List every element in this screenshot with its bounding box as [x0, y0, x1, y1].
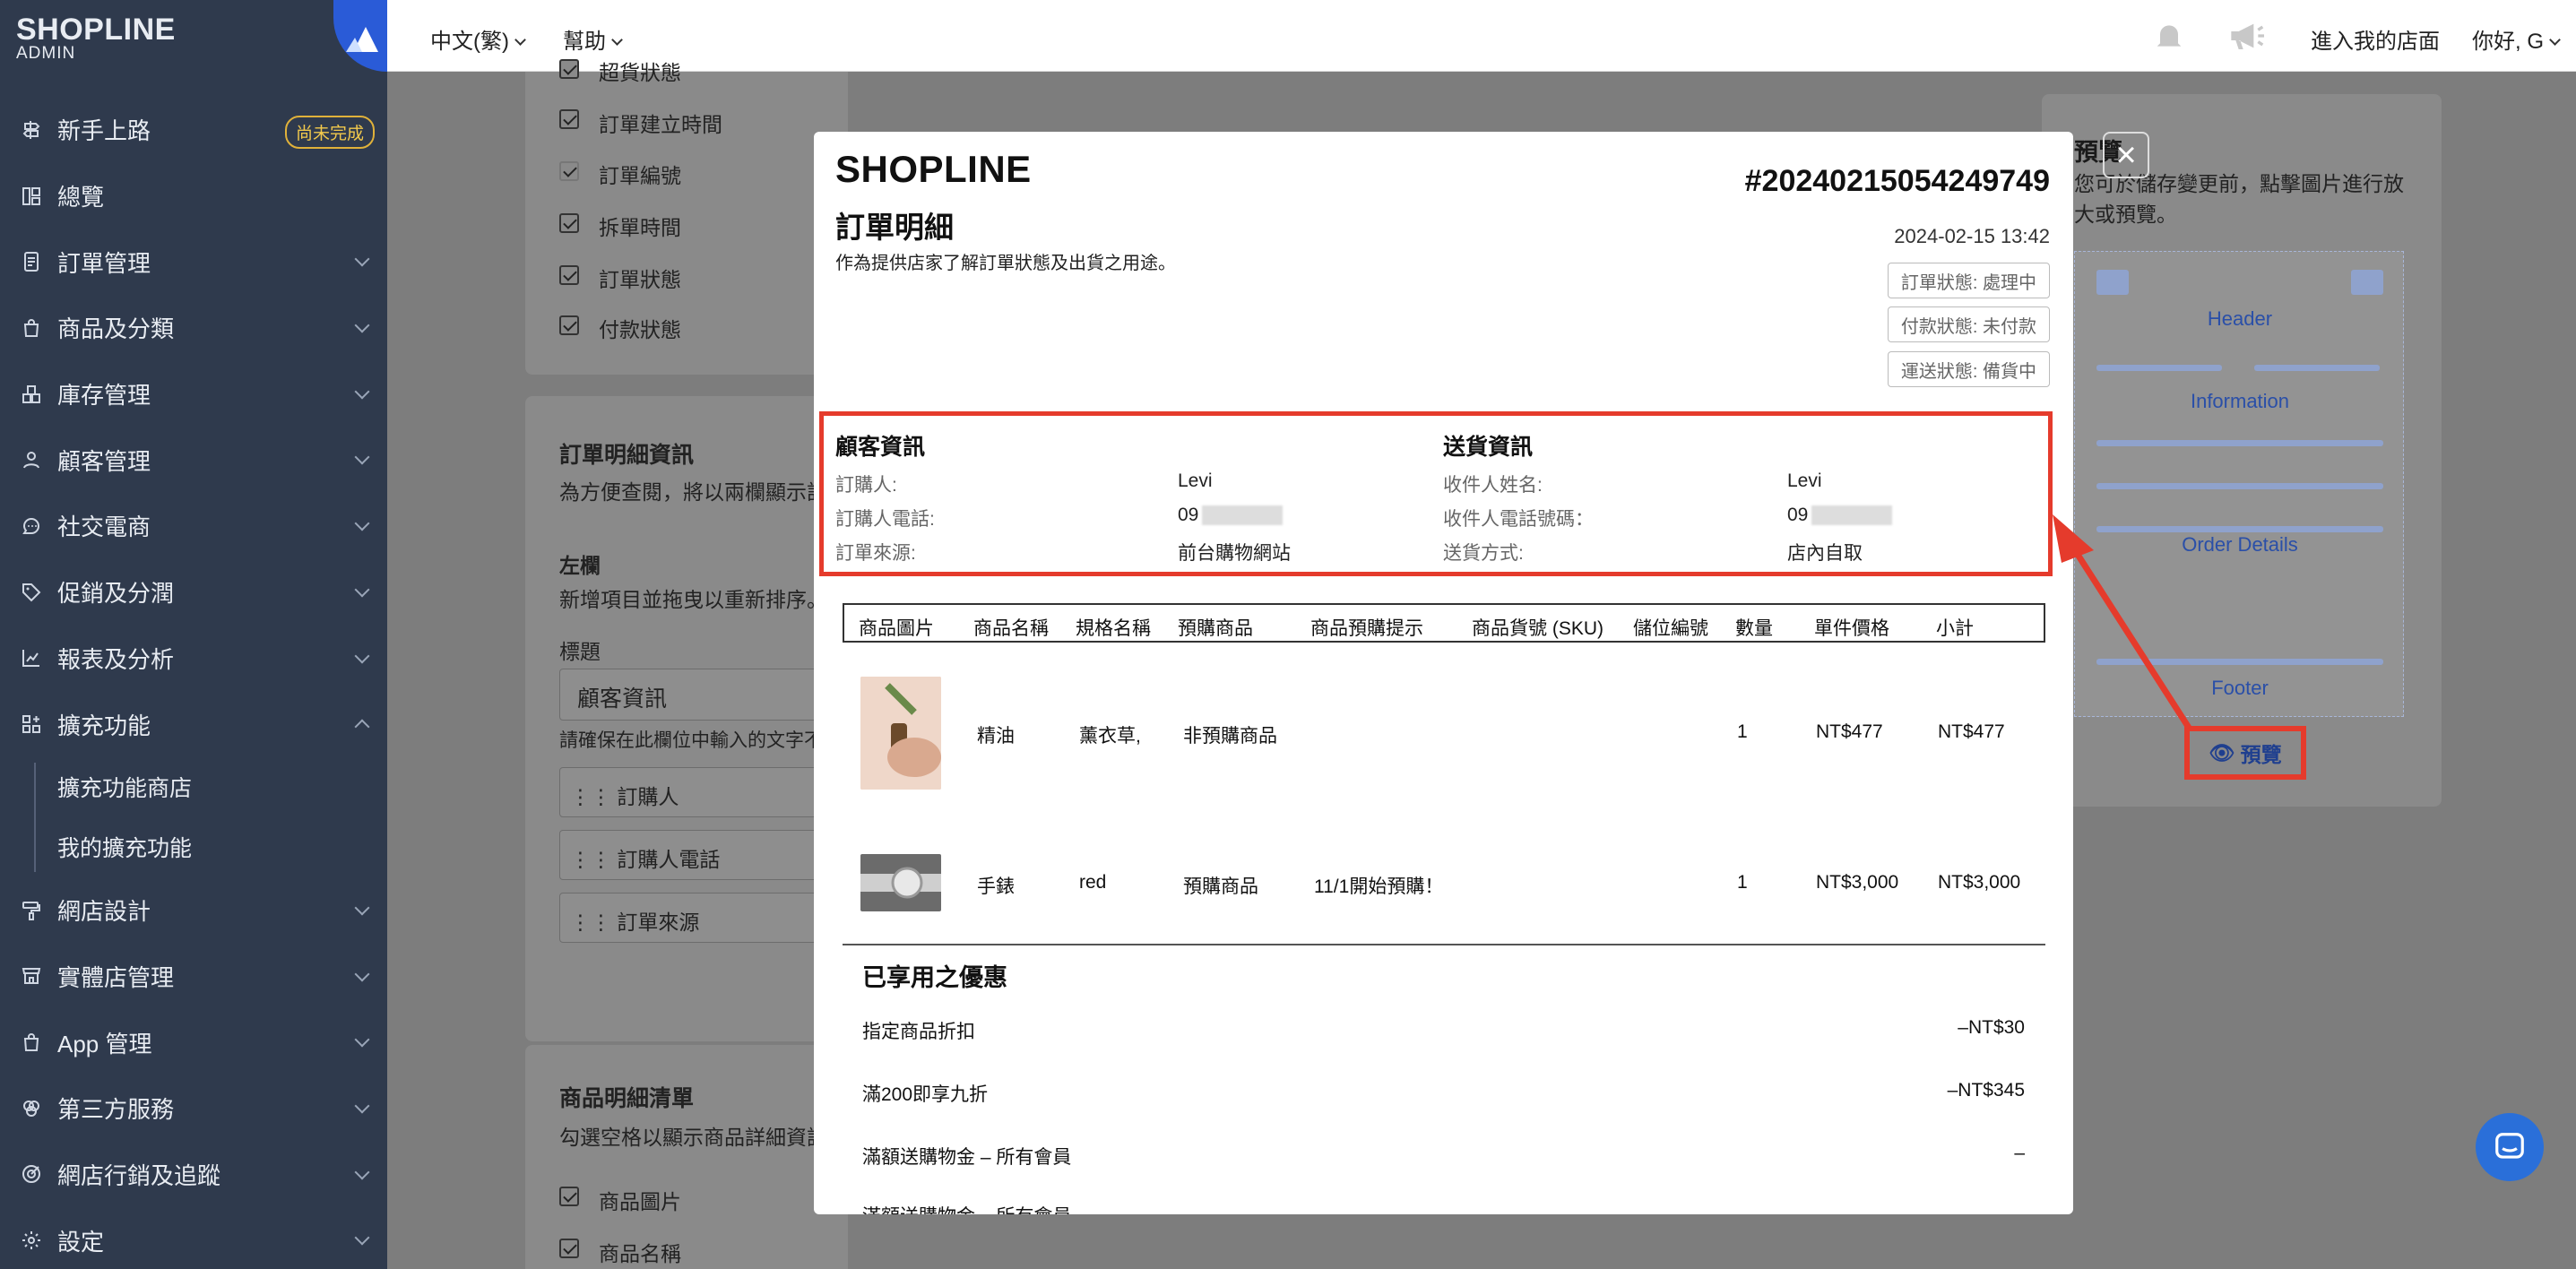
chat-icon	[2495, 1133, 2524, 1159]
chat-support-button[interactable]	[2476, 1113, 2544, 1181]
annotation-arrow	[2053, 514, 2191, 729]
